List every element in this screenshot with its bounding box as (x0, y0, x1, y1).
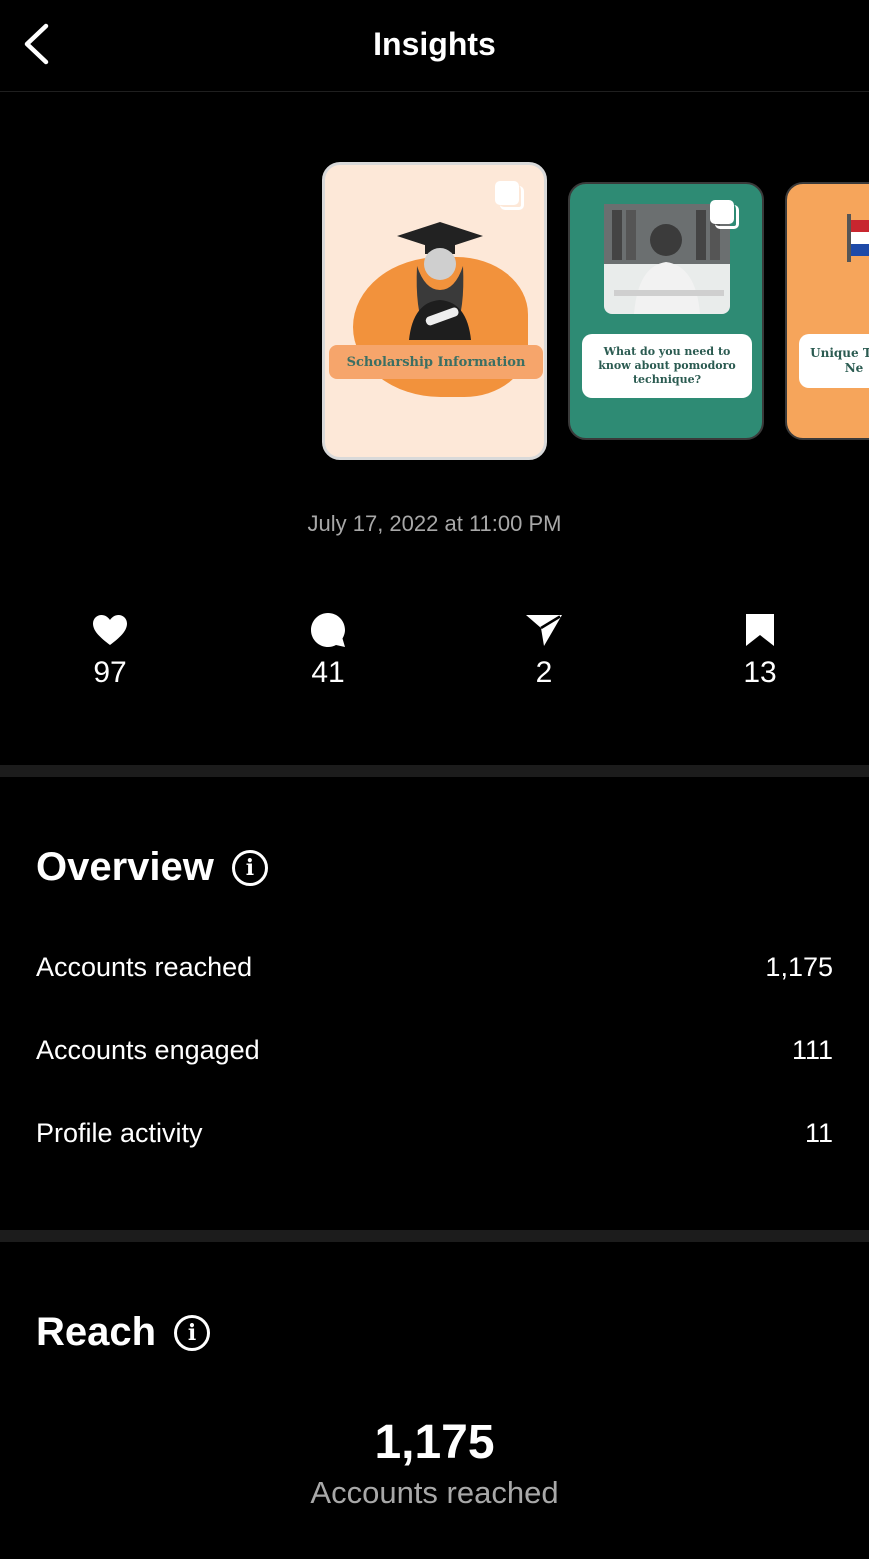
shares-count: 2 (535, 656, 553, 689)
graduate-image (397, 222, 483, 340)
comments-count: 41 (311, 656, 345, 689)
carousel-item-caption: What do you need to know about pomodoro … (582, 334, 752, 398)
metric-row-accounts-engaged[interactable]: Accounts engaged 111 (36, 1035, 833, 1066)
metric-label: Accounts engaged (36, 1035, 260, 1065)
section-divider (0, 1230, 869, 1242)
likes-count: 97 (93, 656, 127, 689)
metric-value: 1,175 (765, 952, 833, 982)
carousel-item-scholarship[interactable]: Scholarship Information (322, 162, 547, 460)
carousel-item-caption: Scholarship Information (329, 345, 543, 379)
comment-bubble-icon (311, 613, 345, 647)
insights-screen: Insights Scholarship Information What do… (0, 0, 869, 1559)
metric-row-accounts-reached[interactable]: Accounts reached 1,175 (36, 952, 833, 983)
metric-label: Profile activity (36, 1118, 203, 1148)
post-date: July 17, 2022 at 11:00 PM (307, 511, 562, 536)
bookmark-icon (746, 614, 774, 646)
metric-row-profile-activity[interactable]: Profile activity 11 (36, 1118, 833, 1149)
multiple-posts-icon (710, 200, 740, 230)
flag-image (847, 214, 869, 262)
comments-stat[interactable]: 41 (268, 610, 388, 690)
post-carousel[interactable]: Scholarship Information What do you need… (0, 150, 869, 470)
engagement-stats: 97 41 2 13 (0, 610, 869, 700)
multiple-posts-icon (495, 181, 525, 211)
page-title: Insights (373, 26, 496, 62)
send-icon (526, 615, 562, 646)
heart-icon (93, 615, 127, 645)
metric-value: 11 (804, 1118, 833, 1148)
overview-title: Overview (36, 845, 214, 889)
overview-header: Overview i (36, 845, 268, 890)
carousel-item-pomodoro[interactable]: What do you need to know about pomodoro … (568, 182, 764, 440)
carousel-item-caption: Unique T the Ne (799, 334, 869, 388)
metric-value: 111 (791, 1035, 833, 1065)
info-icon[interactable]: i (231, 849, 268, 886)
section-divider (0, 765, 869, 777)
header-bar: Insights (0, 0, 869, 92)
saves-stat[interactable]: 13 (700, 610, 820, 690)
shares-stat[interactable]: 2 (484, 610, 604, 690)
reach-value: 1,175 (374, 1416, 495, 1469)
info-icon[interactable]: i (174, 1314, 211, 1351)
reach-title: Reach (36, 1310, 157, 1354)
likes-stat[interactable]: 97 (50, 610, 170, 690)
reach-label: Accounts reached (310, 1475, 559, 1510)
saves-count: 13 (743, 656, 777, 689)
metric-label: Accounts reached (36, 952, 253, 982)
reach-header: Reach i (36, 1310, 211, 1355)
carousel-item-netherlands[interactable]: Unique T the Ne (785, 182, 869, 440)
